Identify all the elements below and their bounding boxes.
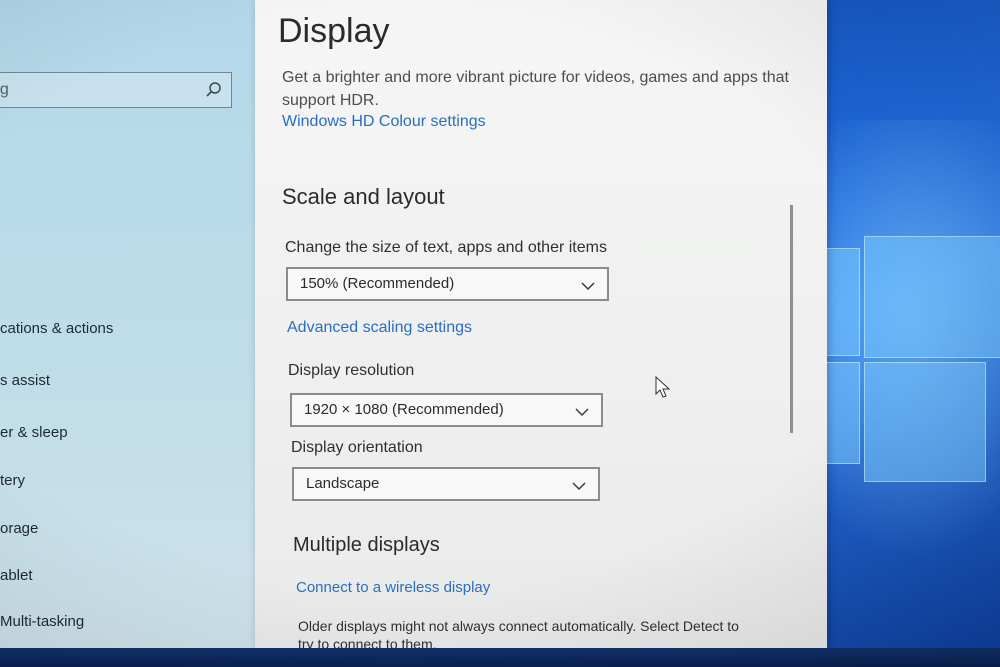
settings-sidebar: cations & actions s assist er & sleep te…	[0, 0, 272, 667]
orientation-label: Display orientation	[291, 439, 423, 456]
wireless-display-link[interactable]: Connect to a wireless display	[296, 579, 490, 596]
scale-layout-heading: Scale and layout	[282, 184, 445, 209]
mouse-pointer-icon	[655, 375, 671, 405]
sidebar-item-battery[interactable]: tery	[0, 468, 270, 498]
search-icon[interactable]	[205, 81, 223, 104]
search-box[interactable]	[0, 72, 232, 108]
scrollbar[interactable]	[790, 205, 793, 433]
sidebar-item-tablet[interactable]: ablet	[0, 563, 270, 593]
scale-dropdown-value: 150% (Recommended)	[300, 275, 455, 292]
resolution-dropdown-value: 1920 × 1080 (Recommended)	[304, 401, 504, 418]
sidebar-item-power-sleep[interactable]: er & sleep	[0, 420, 270, 450]
monitor-bottom-bezel	[0, 648, 1000, 667]
sidebar-item-label: tery	[0, 472, 26, 489]
sidebar-item-label: Multi-tasking	[0, 613, 85, 630]
scale-dropdown[interactable]: 150% (Recommended)	[286, 267, 609, 301]
screen: cations & actions s assist er & sleep te…	[0, 0, 1000, 667]
search-input[interactable]	[0, 73, 191, 107]
resolution-label: Display resolution	[288, 362, 415, 379]
sidebar-item-label: ablet	[0, 567, 33, 584]
sidebar-item-notifications[interactable]: cations & actions	[0, 316, 270, 346]
sidebar-item-multitasking[interactable]: Multi-tasking	[0, 609, 270, 639]
sidebar-item-label: s assist	[0, 372, 51, 389]
orientation-dropdown[interactable]: Landscape	[292, 467, 600, 501]
chevron-down-icon	[581, 278, 595, 296]
sidebar-item-label: orage	[0, 520, 39, 537]
sidebar-item-focus-assist[interactable]: s assist	[0, 368, 270, 398]
sidebar-item-label: er & sleep	[0, 424, 68, 441]
chevron-down-icon	[575, 404, 589, 422]
multiple-displays-heading: Multiple displays	[293, 534, 440, 556]
hdr-description: Get a brighter and more vibrant picture …	[282, 69, 789, 109]
logo-pane-bottom-right	[864, 362, 986, 482]
orientation-dropdown-value: Landscape	[306, 475, 380, 492]
advanced-scaling-link[interactable]: Advanced scaling settings	[287, 319, 472, 337]
chevron-down-icon	[572, 478, 586, 496]
page-title: Display	[278, 12, 390, 50]
text-size-label: Change the size of text, apps and other …	[285, 239, 607, 256]
sidebar-item-label: cations & actions	[0, 320, 114, 337]
resolution-dropdown[interactable]: 1920 × 1080 (Recommended)	[290, 393, 603, 427]
sidebar-item-storage[interactable]: orage	[0, 516, 270, 546]
logo-pane-top-right	[864, 236, 1000, 358]
hd-colour-settings-link[interactable]: Windows HD Colour settings	[282, 113, 486, 131]
